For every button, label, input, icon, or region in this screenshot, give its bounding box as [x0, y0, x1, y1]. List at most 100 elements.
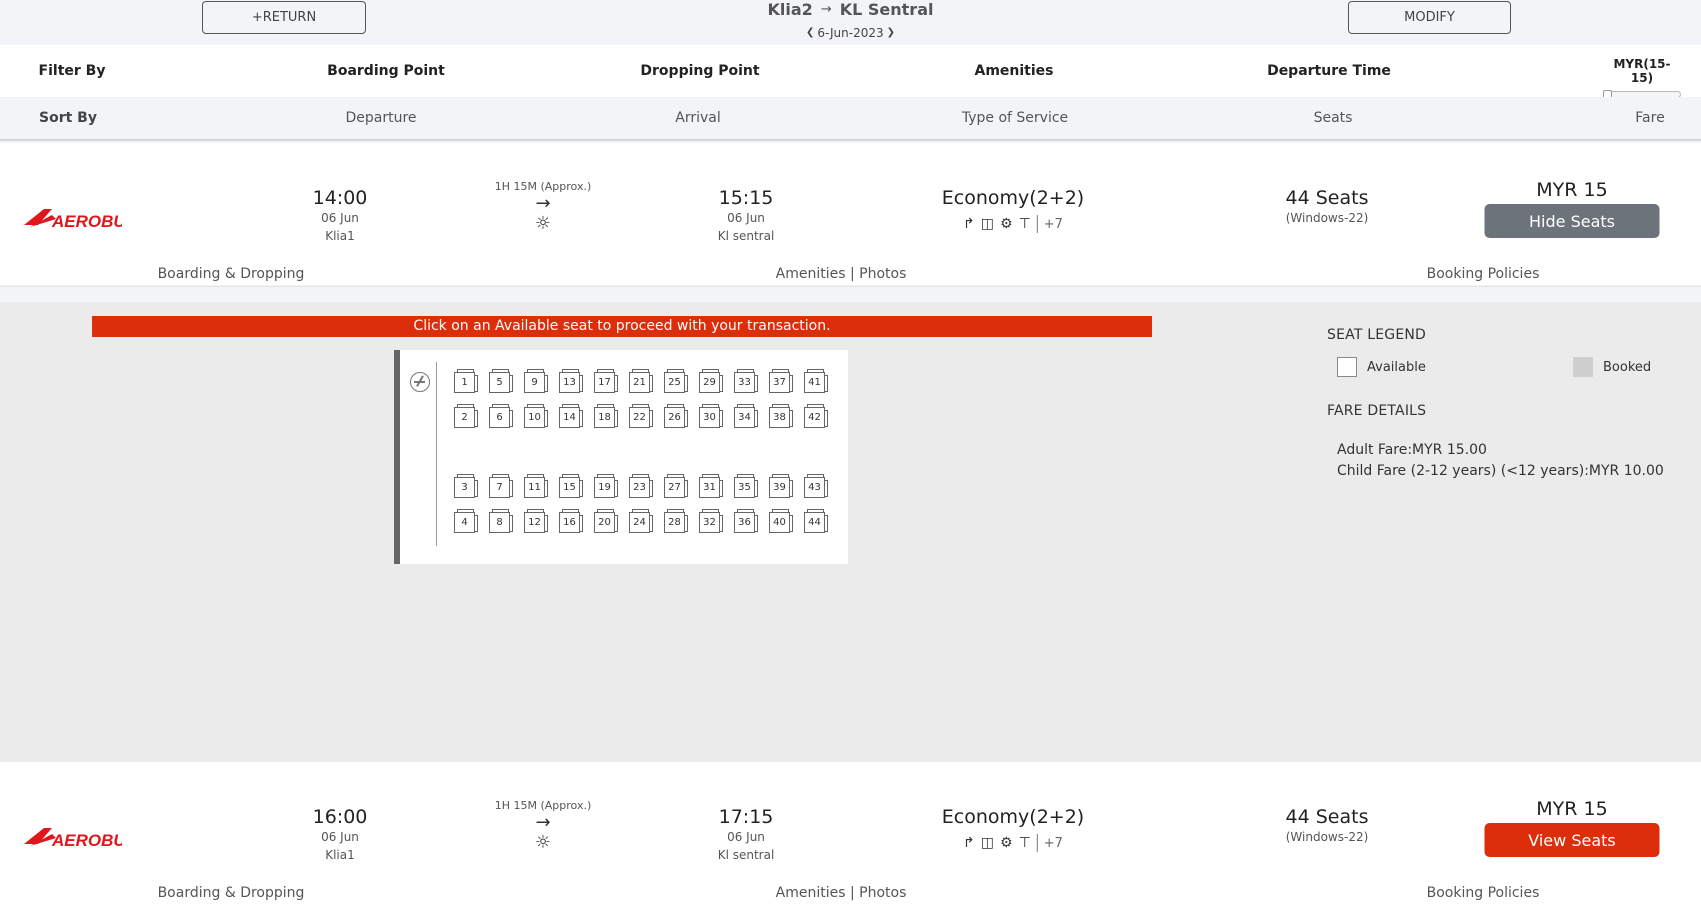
amenity-icons[interactable]: ↱ ◫ ⚙ ⊤ +7	[942, 215, 1084, 233]
seat-41[interactable]: 41	[804, 369, 828, 393]
departure-info: 14:00 06 Jun Klia1	[313, 187, 368, 245]
arrival-info: 17:15 06 Jun Kl sentral	[718, 806, 775, 864]
booked-label: Booked	[1603, 360, 1652, 375]
seat-15[interactable]: 15	[559, 474, 583, 498]
charging-icon: ↱	[963, 835, 975, 851]
filter-dropping-point[interactable]: Dropping Point	[640, 63, 759, 79]
seat-24[interactable]: 24	[629, 509, 653, 533]
boarding-dropping-link[interactable]: Boarding & Dropping	[158, 885, 305, 901]
seat-21[interactable]: 21	[629, 369, 653, 393]
seat-43[interactable]: 43	[804, 474, 828, 498]
more-amenities-count[interactable]: +7	[1044, 217, 1063, 232]
seat-5[interactable]: 5	[489, 369, 513, 393]
hide-seats-button[interactable]: Hide Seats	[1484, 204, 1660, 238]
seat-33[interactable]: 33	[734, 369, 758, 393]
departure-date: 06 Jun	[321, 211, 359, 225]
seat-12[interactable]: 12	[524, 509, 548, 533]
prev-date-chevron-icon[interactable]: ❮	[806, 25, 814, 41]
seat-6[interactable]: 6	[489, 404, 513, 428]
view-seats-button[interactable]: View Seats	[1484, 823, 1660, 857]
departure-date: 06 Jun	[321, 830, 359, 844]
arrival-date: 06 Jun	[727, 830, 765, 844]
modify-button[interactable]: MODIFY	[1348, 1, 1511, 34]
seat-9[interactable]: 9	[524, 369, 548, 393]
seat-25[interactable]: 25	[664, 369, 688, 393]
emergency-exit-icon: ◫	[980, 835, 995, 851]
seat-32[interactable]: 32	[699, 509, 723, 533]
seat-30[interactable]: 30	[699, 404, 723, 428]
fare-range-filter: MYR(15-15)	[1603, 57, 1681, 99]
seat-42[interactable]: 42	[804, 404, 828, 428]
booking-policies-link[interactable]: Booking Policies	[1427, 266, 1540, 282]
seat-28[interactable]: 28	[664, 509, 688, 533]
departure-place: Klia1	[325, 848, 355, 862]
amenities-photos-links: Amenities | Photos	[776, 266, 907, 282]
filter-amenities[interactable]: Amenities	[974, 63, 1053, 79]
sort-bar: Sort By Departure Arrival Type of Servic…	[0, 97, 1701, 141]
available-seat-swatch	[1337, 357, 1357, 377]
fare-info: MYR 15 Hide Seats	[1484, 179, 1660, 238]
sort-arrival[interactable]: Arrival	[675, 110, 721, 126]
seat-4[interactable]: 4	[454, 509, 478, 533]
photos-link[interactable]: Photos	[859, 266, 906, 282]
sun-icon: ☼	[534, 213, 552, 234]
seat-22[interactable]: 22	[629, 404, 653, 428]
divider	[1036, 834, 1038, 852]
seat-8[interactable]: 8	[489, 509, 513, 533]
route-to: KL Sentral	[839, 0, 934, 19]
seat-16[interactable]: 16	[559, 509, 583, 533]
svg-text:AEROBUS: AEROBUS	[51, 212, 122, 231]
seat-36[interactable]: 36	[734, 509, 758, 533]
seat-1[interactable]: 1	[454, 369, 478, 393]
amenity-icons[interactable]: ↱ ◫ ⚙ ⊤ +7	[942, 834, 1084, 852]
seat-38[interactable]: 38	[769, 404, 793, 428]
sort-fare[interactable]: Fare	[1635, 110, 1664, 126]
seat-18[interactable]: 18	[594, 404, 618, 428]
seat-14[interactable]: 14	[559, 404, 583, 428]
seats-info: 44 Seats (Windows-22)	[1286, 187, 1369, 227]
hammer-icon: ⊤	[1018, 835, 1031, 851]
charging-icon: ↱	[963, 216, 975, 232]
divider	[1036, 215, 1038, 233]
sort-type-of-service[interactable]: Type of Service	[962, 110, 1068, 126]
fare-range-label: MYR(15-15)	[1613, 57, 1671, 85]
filter-departure-time[interactable]: Departure Time	[1267, 63, 1391, 79]
seat-35[interactable]: 35	[734, 474, 758, 498]
seat-17[interactable]: 17	[594, 369, 618, 393]
amenities-link[interactable]: Amenities	[776, 885, 846, 901]
seat-2[interactable]: 2	[454, 404, 478, 428]
link-separator: |	[849, 885, 855, 901]
amenities-link[interactable]: Amenities	[776, 266, 846, 282]
aerobus-logo: AEROBUS	[24, 209, 122, 231]
seat-19[interactable]: 19	[594, 474, 618, 498]
seat-37[interactable]: 37	[769, 369, 793, 393]
seat-27[interactable]: 27	[664, 474, 688, 498]
sort-departure[interactable]: Departure	[345, 110, 416, 126]
seat-40[interactable]: 40	[769, 509, 793, 533]
seat-44[interactable]: 44	[804, 509, 828, 533]
seat-20[interactable]: 20	[594, 509, 618, 533]
filter-boarding-point[interactable]: Boarding Point	[327, 63, 445, 79]
adult-fare: Adult Fare:MYR 15.00	[1337, 442, 1487, 458]
seat-3[interactable]: 3	[454, 474, 478, 498]
service-type: Economy(2+2)	[941, 187, 1085, 209]
seat-26[interactable]: 26	[664, 404, 688, 428]
seat-10[interactable]: 10	[524, 404, 548, 428]
seat-31[interactable]: 31	[699, 474, 723, 498]
more-amenities-count[interactable]: +7	[1044, 836, 1063, 851]
seat-29[interactable]: 29	[699, 369, 723, 393]
duration-text: 1H 15M (Approx.)	[494, 180, 592, 193]
seat-23[interactable]: 23	[629, 474, 653, 498]
boarding-dropping-link[interactable]: Boarding & Dropping	[158, 266, 305, 282]
arrival-time: 17:15	[718, 806, 774, 828]
seat-7[interactable]: 7	[489, 474, 513, 498]
seat-34[interactable]: 34	[734, 404, 758, 428]
seat-39[interactable]: 39	[769, 474, 793, 498]
sort-seats[interactable]: Seats	[1314, 110, 1353, 126]
seat-11[interactable]: 11	[524, 474, 548, 498]
seat-13[interactable]: 13	[559, 369, 583, 393]
photos-link[interactable]: Photos	[859, 885, 906, 901]
next-date-chevron-icon[interactable]: ❯	[887, 25, 895, 41]
booking-policies-link[interactable]: Booking Policies	[1427, 885, 1540, 901]
emergency-exit-icon: ◫	[980, 216, 995, 232]
